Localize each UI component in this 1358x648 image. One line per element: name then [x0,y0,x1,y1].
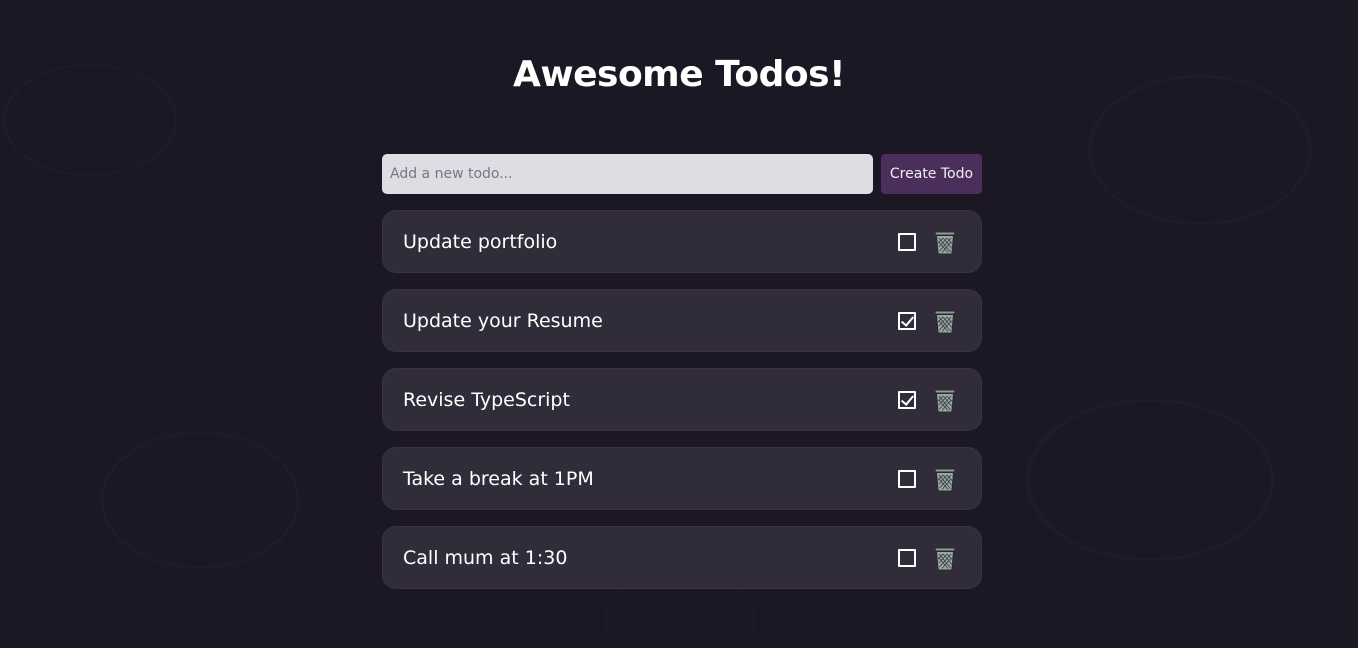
todo-checkbox[interactable] [898,311,916,330]
todo-item: Update portfolio [382,210,982,273]
page-title: Awesome Todos! [512,54,846,95]
todo-item: Take a break at 1PM [382,447,982,510]
todo-checkbox[interactable] [898,469,916,488]
todo-list: Update portfolio Update your Resume Revi… [382,210,982,605]
new-todo-input[interactable] [382,154,873,194]
todo-text: Update your Resume [403,309,603,332]
todo-item: Revise TypeScript [382,368,982,431]
todo-text: Revise TypeScript [403,388,570,411]
todo-checkbox[interactable] [898,390,916,409]
todo-text: Call mum at 1:30 [403,546,568,569]
todo-text: Update portfolio [403,230,558,253]
trash-icon[interactable] [933,308,957,334]
trash-icon[interactable] [933,545,957,571]
todo-checkbox[interactable] [898,548,916,567]
create-todo-button[interactable]: Create Todo [881,154,982,194]
trash-icon[interactable] [933,466,957,492]
trash-icon[interactable] [933,229,957,255]
todo-checkbox[interactable] [898,232,916,251]
todo-item: Call mum at 1:30 [382,526,982,589]
todo-text: Take a break at 1PM [403,467,594,490]
todo-item: Update your Resume [382,289,982,352]
todo-form: Create Todo [382,154,982,194]
trash-icon[interactable] [933,387,957,413]
